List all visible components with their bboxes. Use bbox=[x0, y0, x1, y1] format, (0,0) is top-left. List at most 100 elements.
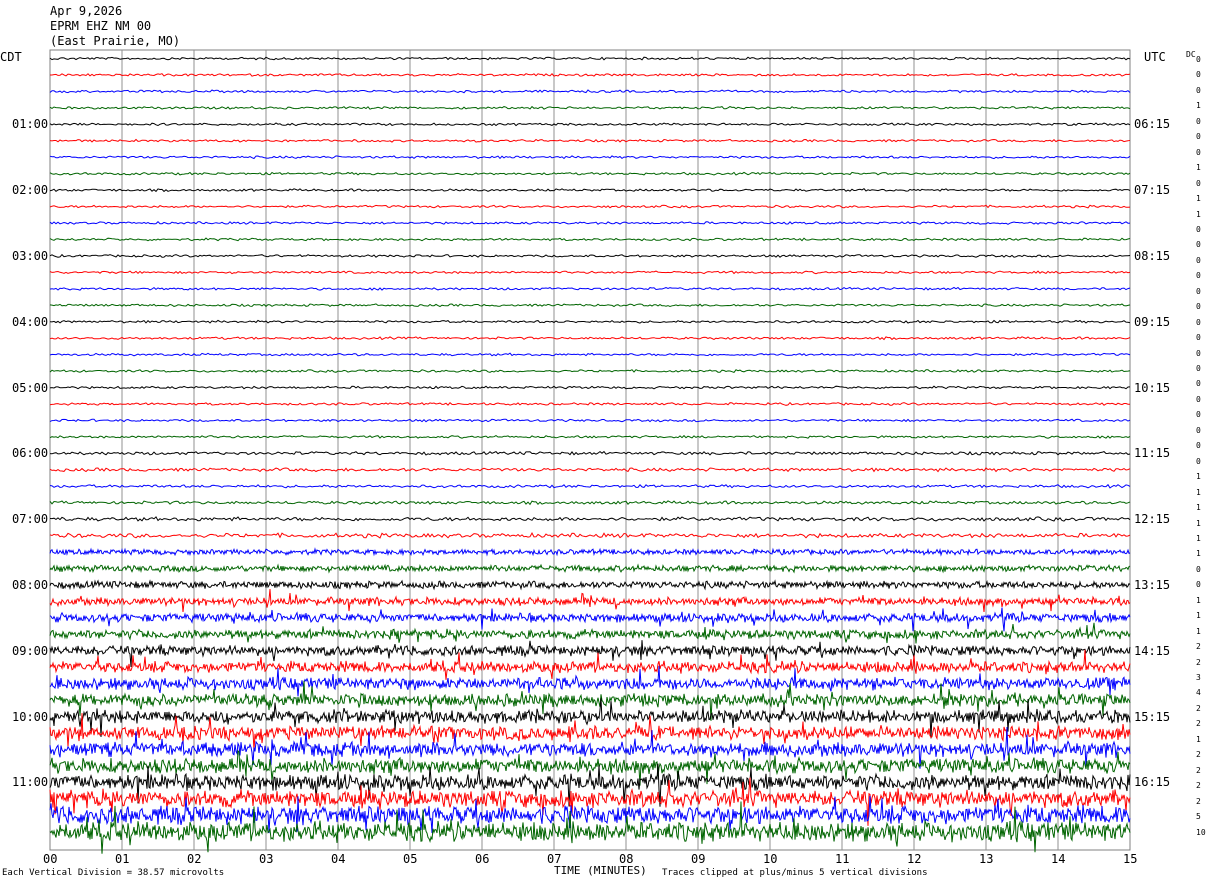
dc-offset-label: 0 bbox=[1196, 116, 1201, 126]
dc-offset-label: 1 bbox=[1196, 626, 1201, 636]
trace-line bbox=[49, 155, 1131, 160]
trace-line bbox=[49, 253, 1131, 258]
right-hour-label: 06:15 bbox=[1134, 117, 1171, 132]
dc-offset-label: 2 bbox=[1196, 657, 1201, 667]
left-hour-label: 03:00 bbox=[12, 248, 49, 263]
x-tick-label: 05 bbox=[403, 852, 418, 866]
trace-line bbox=[49, 588, 1131, 613]
dc-offset-label: 0 bbox=[1196, 317, 1201, 327]
trace-line bbox=[49, 640, 1131, 668]
right-hour-label: 08:15 bbox=[1134, 248, 1171, 263]
x-tick-label: 12 bbox=[907, 852, 922, 866]
trace-line bbox=[49, 649, 1131, 680]
trace-line bbox=[49, 483, 1131, 489]
dc-offset-label: 1 bbox=[1196, 518, 1201, 528]
dc-offset-label: 0 bbox=[1196, 240, 1201, 250]
dc-offset-label: 3 bbox=[1196, 673, 1201, 682]
trace-line bbox=[49, 105, 1131, 110]
dc-offset-label: 0 bbox=[1196, 564, 1201, 574]
x-tick-label: 01 bbox=[115, 852, 130, 866]
right-hour-label: 09:15 bbox=[1134, 314, 1171, 329]
trace-line bbox=[50, 73, 1131, 77]
left-hour-label: 07:00 bbox=[12, 512, 49, 527]
trace-line bbox=[49, 319, 1131, 324]
dc-offset-label: 4 bbox=[1196, 688, 1201, 698]
dc-offset-label: 0 bbox=[1196, 580, 1201, 590]
x-tick-label: 15 bbox=[1123, 852, 1138, 866]
dc-offset-label: 0 bbox=[1196, 147, 1201, 157]
right-hour-label: 15:15 bbox=[1134, 709, 1171, 724]
left-hour-label: 01:00 bbox=[12, 117, 49, 132]
x-tick-label: 04 bbox=[331, 852, 346, 866]
trace-line bbox=[49, 801, 1131, 854]
trace-line bbox=[49, 418, 1131, 423]
x-tick-label: 11 bbox=[835, 852, 850, 866]
left-hour-label: 09:00 bbox=[12, 643, 49, 658]
dc-offset-label: 1 bbox=[1196, 503, 1201, 513]
dc-offset-label: 0 bbox=[1196, 70, 1201, 80]
dc-offset-label: 0 bbox=[1196, 55, 1201, 64]
left-hour-label: 06:00 bbox=[12, 446, 49, 461]
right-hour-label: 13:15 bbox=[1134, 577, 1171, 592]
footer-x-title: TIME (MINUTES) bbox=[554, 864, 647, 877]
trace-line bbox=[49, 352, 1131, 357]
x-tick-label: 09 bbox=[691, 852, 706, 866]
dc-offset-label: 0 bbox=[1196, 410, 1201, 420]
trace-line bbox=[49, 303, 1131, 308]
dc-offset-label: 0 bbox=[1196, 364, 1201, 373]
x-tick-label: 06 bbox=[475, 852, 490, 866]
right-hour-label: 14:15 bbox=[1134, 643, 1171, 658]
trace-line bbox=[49, 579, 1131, 591]
x-tick-label: 14 bbox=[1051, 852, 1066, 866]
x-tick-label: 10 bbox=[763, 852, 778, 866]
dc-offset-label: 0 bbox=[1196, 441, 1201, 451]
right-hour-label: 10:15 bbox=[1134, 380, 1171, 395]
dc-offset-label: 0 bbox=[1196, 394, 1201, 404]
trace-line bbox=[49, 122, 1131, 127]
trace-line bbox=[49, 138, 1131, 143]
trace-line bbox=[49, 270, 1131, 275]
footer-scale-note: Each Vertical Division = 38.57 microvolt… bbox=[2, 868, 225, 878]
dc-offset-label: 0 bbox=[1196, 348, 1201, 358]
trace-line bbox=[49, 204, 1131, 209]
x-tick-label: 13 bbox=[979, 852, 994, 866]
left-hour-label: 08:00 bbox=[12, 577, 49, 592]
dc-offset-label: 1 bbox=[1196, 209, 1201, 219]
trace-line bbox=[49, 368, 1131, 373]
dc-offset-label: 1 bbox=[1196, 163, 1201, 173]
left-hour-label: 05:00 bbox=[12, 380, 49, 395]
dc-offset-label: 2 bbox=[1196, 703, 1201, 713]
dc-offset-label: 0 bbox=[1196, 85, 1201, 95]
trace-line bbox=[49, 563, 1131, 574]
trace-line bbox=[49, 286, 1131, 291]
footer-clip-note: Traces clipped at plus/minus 5 vertical … bbox=[662, 868, 928, 878]
right-hour-label: 07:15 bbox=[1134, 183, 1171, 198]
dc-offset-label: 0 bbox=[1196, 271, 1201, 281]
trace-line bbox=[49, 237, 1131, 242]
dc-offset-label: 0 bbox=[1196, 333, 1201, 343]
dc-offset-label: 1 bbox=[1196, 549, 1201, 559]
dc-offset-label: 0 bbox=[1196, 178, 1201, 188]
left-hour-label: 11:00 bbox=[12, 775, 49, 790]
trace-line bbox=[49, 385, 1131, 390]
dc-offset-label: 0 bbox=[1196, 286, 1201, 296]
trace-line bbox=[49, 336, 1131, 341]
trace-line bbox=[49, 547, 1131, 557]
dc-offset-label: 1 bbox=[1196, 734, 1201, 744]
trace-line bbox=[49, 188, 1131, 193]
dc-offset-label: 0 bbox=[1196, 456, 1201, 466]
trace-line bbox=[49, 221, 1131, 225]
dc-offset-label: 1 bbox=[1196, 487, 1201, 497]
dc-offset-label: 2 bbox=[1196, 750, 1201, 760]
x-tick-label: 02 bbox=[187, 852, 202, 866]
seismogram-plot bbox=[49, 49, 1131, 854]
trace-line bbox=[49, 516, 1131, 522]
trace-line bbox=[49, 532, 1131, 539]
trace-line bbox=[49, 450, 1131, 456]
dc-offset-label: 0 bbox=[1196, 224, 1201, 234]
dc-offset-label: 2 bbox=[1196, 781, 1201, 791]
x-tick-label: 00 bbox=[43, 852, 58, 866]
dc-offset-label: 2 bbox=[1196, 719, 1201, 729]
trace-line bbox=[49, 607, 1131, 632]
dc-offset-label: 10 bbox=[1196, 827, 1206, 837]
